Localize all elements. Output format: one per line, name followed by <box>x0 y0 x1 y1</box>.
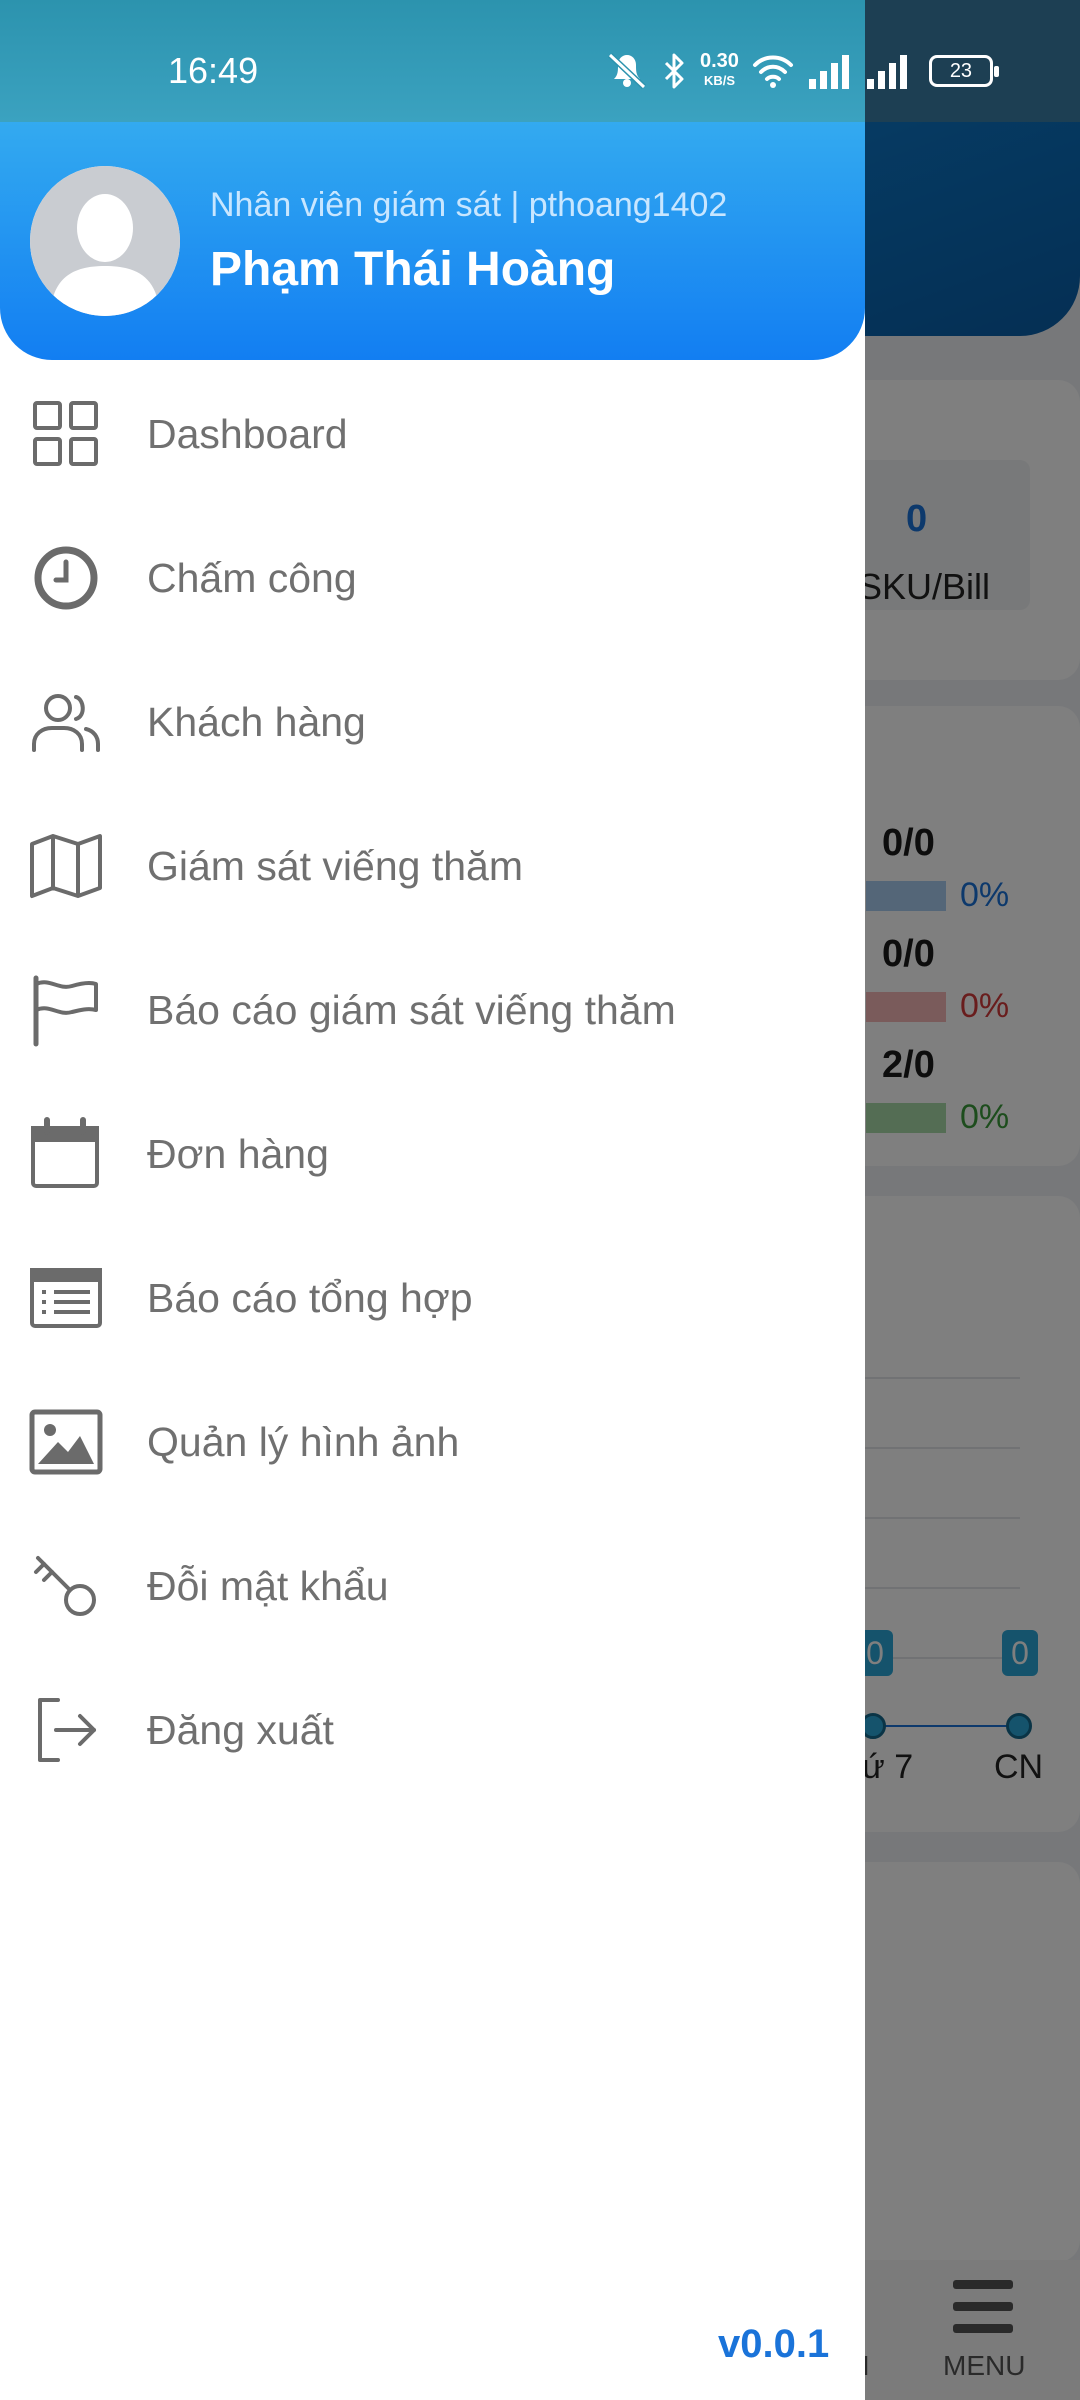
logout-icon <box>28 1692 104 1768</box>
menu-item-customers[interactable]: Khách hàng <box>0 650 865 794</box>
wifi-icon <box>752 55 793 88</box>
clock-icon <box>28 540 104 616</box>
menu-item-orders[interactable]: Đơn hàng <box>0 1082 865 1226</box>
flag-icon <box>28 972 104 1048</box>
list-report-icon <box>28 1260 104 1336</box>
image-icon <box>28 1404 104 1480</box>
menu-item-label: Đăng xuất <box>147 1706 334 1753</box>
status-time: 16:49 <box>168 50 259 91</box>
menu-item-dashboard[interactable]: Dashboard <box>0 362 865 506</box>
menu-item-label: Đơn hàng <box>147 1130 329 1177</box>
menu-item-label: Báo cáo tổng hợp <box>147 1274 473 1321</box>
menu-item-label: Khách hàng <box>147 698 366 745</box>
signal-icon <box>866 55 907 89</box>
bluetooth-icon <box>664 53 684 89</box>
status-icons: 0.30 KB/S 23 <box>604 48 999 94</box>
calendar-icon <box>28 1116 104 1192</box>
user-name: Phạm Thái Hoàng <box>210 243 616 296</box>
status-bar: 16:49 0.30 KB/S 23 <box>0 0 1080 122</box>
menu-item-visit-monitoring[interactable]: Giám sát viếng thăm <box>0 794 865 938</box>
network-speed-unit: KB/S <box>703 73 735 88</box>
menu-item-summary-report[interactable]: Báo cáo tổng hợp <box>0 1226 865 1370</box>
dashboard-grid-icon <box>28 396 104 472</box>
key-icon <box>28 1548 104 1624</box>
menu-item-label: Báo cáo giám sát viếng thăm <box>147 986 676 1033</box>
menu-item-logout[interactable]: Đăng xuất <box>0 1658 865 1802</box>
menu-item-change-password[interactable]: Đỗi mật khẩu <box>0 1514 865 1658</box>
battery-icon: 23 <box>928 55 999 87</box>
menu-item-timekeeping[interactable]: Chấm công <box>0 506 865 650</box>
menu-item-image-management[interactable]: Quản lý hình ảnh <box>0 1370 865 1514</box>
users-icon <box>28 684 104 760</box>
drawer-menu: Dashboard Chấm công Khách hàng Giám sát … <box>0 362 865 1802</box>
app-version: v0.0.1 <box>718 2322 830 2366</box>
map-icon <box>28 828 104 904</box>
signal-icon <box>808 55 849 89</box>
menu-item-label: Quản lý hình ảnh <box>147 1418 460 1465</box>
bell-off-icon <box>607 52 647 90</box>
menu-item-label: Giám sát viếng thăm <box>147 842 523 889</box>
menu-item-label: Dashboard <box>147 410 348 457</box>
person-silhouette-icon <box>30 166 180 316</box>
user-role: Nhân viên giám sát | pthoang1402 <box>210 186 728 224</box>
network-speed-value: 0.30 <box>700 50 739 72</box>
network-speed: 0.30 KB/S <box>700 50 739 90</box>
drawer-header: Nhân viên giám sát | pthoang1402 Phạm Th… <box>0 122 865 360</box>
menu-item-label: Đỗi mật khẩu <box>147 1562 389 1609</box>
navigation-drawer: Nhân viên giám sát | pthoang1402 Phạm Th… <box>0 0 865 2400</box>
avatar <box>30 166 180 316</box>
menu-item-visit-report[interactable]: Báo cáo giám sát viếng thăm <box>0 938 865 1082</box>
menu-item-label: Chấm công <box>147 554 357 601</box>
